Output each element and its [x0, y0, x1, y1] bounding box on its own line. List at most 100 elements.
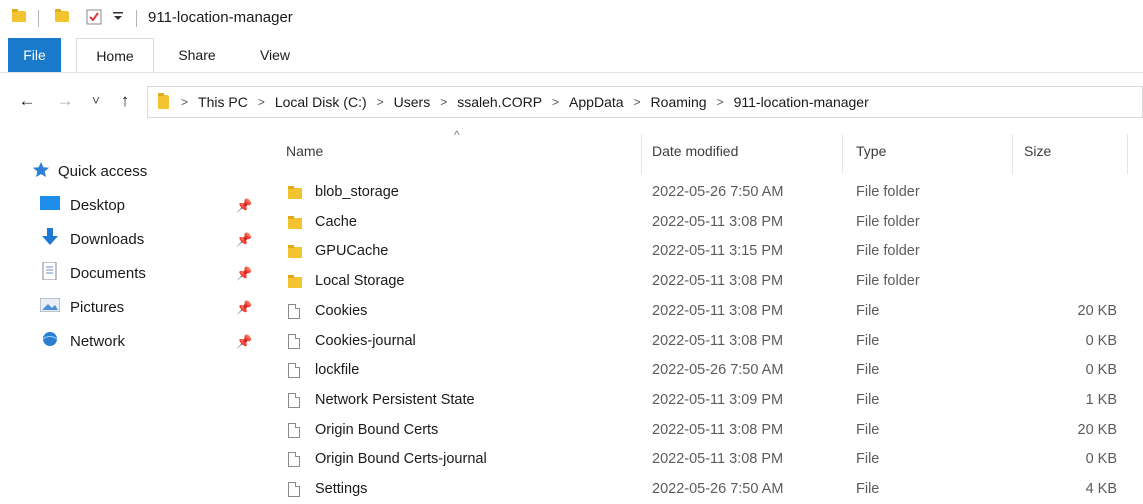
breadcrumb-current-folder[interactable]: 911-location-manager [734, 94, 869, 110]
table-row[interactable]: Origin Bound Certs 2022-05-11 3:08 PM File… [270, 416, 1143, 445]
file-name: Settings [315, 481, 368, 497]
nav-item-label: Pictures [70, 298, 125, 316]
table-row[interactable]: lockfile 2022-05-26 7:50 AM File 0 KB [270, 356, 1143, 385]
pin-icon[interactable]: 📌 [236, 300, 252, 316]
downloads-icon [40, 228, 60, 250]
breadcrumb-user[interactable]: ssaleh.CORP [457, 94, 542, 110]
file-type: File folder [856, 213, 920, 230]
pin-icon[interactable]: 📌 [236, 334, 252, 350]
file-icon [288, 392, 300, 408]
breadcrumb-users[interactable]: Users [394, 94, 431, 110]
table-row[interactable]: GPUCache 2022-05-11 3:15 PM File folder [270, 237, 1143, 266]
breadcrumb-appdata[interactable]: AppData [569, 94, 623, 110]
file-type: File folder [856, 184, 920, 200]
chevron-right-icon[interactable]: > [717, 95, 724, 109]
folder-icon[interactable] [12, 9, 26, 22]
nav-item-downloads[interactable]: Downloads [40, 225, 144, 253]
breadcrumb-local-disk[interactable]: Local Disk (C:) [275, 94, 367, 110]
pin-icon[interactable]: 📌 [236, 232, 252, 248]
properties-checkmark-icon[interactable] [86, 9, 102, 30]
date-modified: 2022-05-11 3:08 PM [652, 302, 784, 319]
file-size: 1 KB [1085, 391, 1117, 408]
desktop-icon [40, 196, 60, 214]
nav-item-desktop[interactable]: Desktop [40, 191, 125, 219]
column-divider[interactable] [1127, 134, 1128, 174]
tab-share[interactable]: Share [164, 38, 230, 72]
table-row[interactable]: Network Persistent State 2022-05-11 3:09 … [270, 386, 1143, 415]
column-headers: ^ Name Date modified Type Size [270, 128, 1143, 174]
breadcrumb-this-pc[interactable]: This PC [198, 94, 248, 110]
chevron-right-icon[interactable]: > [634, 95, 641, 109]
column-divider[interactable] [842, 134, 843, 174]
date-modified: 2022-05-11 3:08 PM [652, 421, 784, 438]
table-row[interactable]: Local Storage 2022-05-11 3:08 PM File fold… [270, 267, 1143, 296]
network-icon [40, 331, 60, 351]
file-icon [288, 333, 300, 349]
date-modified: 2022-05-11 3:08 PM [652, 273, 784, 290]
date-modified: 2022-05-26 7:50 AM [652, 481, 784, 497]
pin-icon[interactable]: 📌 [236, 266, 252, 282]
address-bar[interactable]: > This PC > Local Disk (C:) > Users > ss… [147, 86, 1143, 118]
file-size: 4 KB [1085, 481, 1117, 497]
column-header-size[interactable]: Size [1024, 143, 1051, 159]
tab-file[interactable]: File [8, 38, 61, 72]
file-type: File folder [856, 273, 920, 290]
file-type: File [856, 362, 880, 379]
navigation-bar: ← → ˅ ↑ > This PC > Local Disk (C:) > Us… [0, 82, 1143, 122]
file-name: Network Persistent State [315, 391, 475, 408]
file-size: 20 KB [1077, 302, 1118, 319]
file-type: File [856, 391, 880, 408]
chevron-right-icon[interactable]: > [552, 95, 559, 109]
column-divider[interactable] [641, 134, 642, 174]
nav-quick-access-label: Quick access [58, 162, 148, 180]
table-row[interactable]: Cookies-journal 2022-05-11 3:08 PM File 0 K… [270, 327, 1143, 356]
file-list: ^ Name Date modified Type Size blob_stor… [270, 128, 1143, 500]
toolbar-divider [136, 10, 137, 27]
nav-item-documents[interactable]: Documents [40, 259, 146, 287]
file-name: Origin Bound Certs [315, 421, 439, 438]
tab-home[interactable]: Home [76, 38, 154, 72]
pin-icon[interactable]: 📌 [236, 198, 252, 214]
tab-view[interactable]: View [244, 38, 306, 72]
file-size: 20 KB [1077, 421, 1118, 438]
nav-quick-access[interactable]: Quick access [32, 157, 147, 185]
chevron-right-icon[interactable]: > [258, 95, 265, 109]
date-modified: 2022-05-11 3:09 PM [652, 391, 784, 408]
table-row[interactable]: Origin Bound Certs-journal 2022-05-11 3:0… [270, 445, 1143, 474]
folder-icon[interactable] [55, 9, 69, 22]
column-divider[interactable] [1012, 134, 1013, 174]
column-header-date-modified[interactable]: Date modified [652, 143, 738, 159]
star-icon [32, 161, 50, 182]
chevron-right-icon[interactable]: > [377, 95, 384, 109]
file-type: File [856, 332, 880, 349]
navigation-pane: Quick access Desktop 📌 Downloads 📌 Docum… [0, 140, 270, 500]
table-row[interactable]: blob_storage 2022-05-26 7:50 AM File folde… [270, 178, 1143, 207]
recent-locations-chevron-icon[interactable]: ˅ [88, 92, 104, 108]
sort-ascending-icon: ^ [454, 128, 460, 142]
date-modified: 2022-05-26 7:50 AM [652, 184, 784, 200]
table-row[interactable]: Cookies 2022-05-11 3:08 PM File 20 KB [270, 297, 1143, 326]
file-type: File [856, 302, 880, 319]
customize-dropdown-icon[interactable] [112, 8, 124, 25]
date-modified: 2022-05-11 3:08 PM [652, 332, 784, 349]
breadcrumb-roaming[interactable]: Roaming [651, 94, 707, 110]
column-header-type[interactable]: Type [856, 143, 886, 159]
file-name: Origin Bound Certs-journal [315, 451, 487, 468]
up-arrow-icon[interactable]: ↑ [114, 91, 136, 111]
file-type: File [856, 451, 880, 468]
chevron-right-icon[interactable]: > [181, 95, 188, 109]
date-modified: 2022-05-11 3:08 PM [652, 451, 784, 468]
file-icon [288, 482, 300, 497]
table-row[interactable]: Cache 2022-05-11 3:08 PM File folder [270, 208, 1143, 237]
documents-icon [40, 261, 60, 284]
nav-item-network[interactable]: Network [40, 327, 125, 355]
chevron-right-icon[interactable]: > [440, 95, 447, 109]
file-name: Local Storage [315, 273, 405, 290]
nav-item-pictures[interactable]: Pictures [39, 293, 125, 321]
file-size: 0 KB [1085, 362, 1117, 379]
back-arrow-icon[interactable]: ← [16, 91, 38, 111]
folder-icon [288, 186, 302, 199]
ribbon-tabs: File Home Share View [0, 38, 1143, 73]
column-header-name[interactable]: Name [286, 143, 323, 159]
forward-arrow-icon[interactable]: → [54, 91, 76, 111]
